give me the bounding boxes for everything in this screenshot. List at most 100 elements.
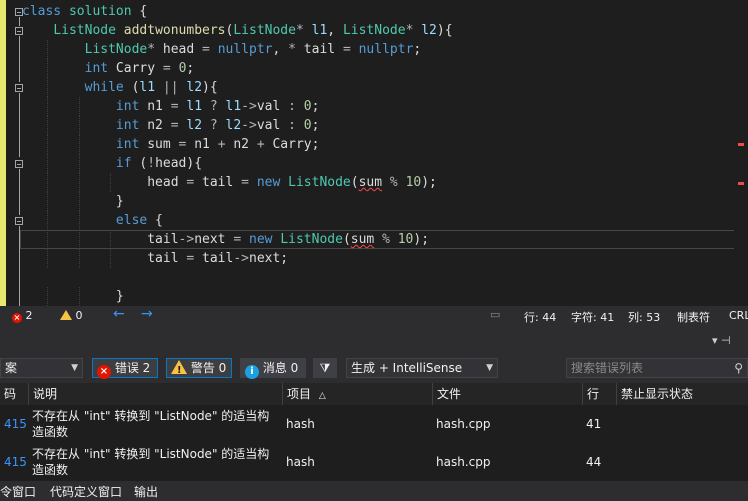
error-project: hash	[286, 417, 315, 431]
column-header-code[interactable]: 码	[0, 383, 28, 405]
column-header-line[interactable]: 行	[582, 383, 616, 405]
code-line[interactable]	[22, 268, 453, 287]
column-header-project-label: 项目	[287, 387, 312, 401]
table-row[interactable]: 415 不存在从 "int" 转换到 "ListNode" 的适当构造函数 ha…	[0, 443, 748, 481]
messages-filter-button[interactable]: i 消息 0	[240, 358, 306, 379]
tab-output[interactable]: 输出	[134, 483, 158, 500]
warnings-filter-button[interactable]: 警告 0	[166, 358, 232, 380]
code-token: nullptr	[217, 42, 273, 57]
code-line[interactable]: }	[22, 192, 453, 211]
code-line[interactable]: }	[22, 287, 453, 306]
filter-toggle-button[interactable]: ⧩	[313, 358, 337, 378]
vertical-scrollbar[interactable]	[734, 0, 748, 306]
code-token: ListNode	[233, 23, 296, 38]
code-token: :	[288, 99, 296, 114]
code-token: addtwonumbers	[123, 23, 226, 38]
code-line[interactable]: class solution {	[22, 2, 453, 21]
navigate-back-icon[interactable]: ←	[113, 306, 125, 322]
code-line[interactable]: tail->next = new ListNode(sum % 10);	[22, 230, 453, 249]
code-line[interactable]: head = tail = new ListNode(sum % 10);	[22, 173, 453, 192]
code-token: n1	[186, 137, 218, 152]
code-token: =	[241, 175, 249, 190]
scroll-indicator-icon[interactable]: ▭	[490, 308, 500, 321]
code-line[interactable]: else {	[22, 211, 453, 230]
error-file: hash.cpp	[436, 455, 491, 469]
code-token: val	[256, 99, 289, 114]
code-line[interactable]: int sum = n1 + n2 + Carry;	[22, 135, 453, 154]
warning-count-indicator[interactable]: 0	[60, 309, 83, 322]
code-token: Carry;	[264, 137, 320, 152]
tab-command-window[interactable]: 令窗口	[0, 483, 36, 500]
code-line[interactable]: ListNode addtwonumbers(ListNode* l1, Lis…	[22, 21, 452, 40]
error-icon: ×	[12, 313, 22, 323]
code-token: else	[115, 213, 148, 228]
code-line[interactable]: if (!head){	[22, 154, 453, 173]
code-line[interactable]: int n1 = l1 ? l1->val : 0;	[22, 97, 453, 116]
build-intellisense-label: 生成 + IntelliSense	[351, 361, 463, 375]
indent-guide	[47, 230, 49, 249]
error-squiggle: sum	[350, 232, 375, 247]
code-text[interactable]: class solution { ListNode addtwonumbers(…	[22, 2, 453, 306]
code-line[interactable]: while (l1 || l2){	[22, 78, 453, 97]
code-token: tail	[22, 232, 179, 247]
code-line[interactable]: ListNode* head = nullptr, * tail = nullp…	[22, 40, 453, 59]
code-token: %	[389, 175, 398, 190]
code-token: Carry	[108, 61, 163, 76]
error-marker	[738, 143, 744, 146]
search-icon: ⚲	[734, 361, 743, 375]
column-header-suppression[interactable]: 禁止显示状态	[616, 383, 748, 405]
code-editor[interactable]: class solution { ListNode addtwonumbers(…	[0, 0, 748, 306]
code-line[interactable]: int n2 = l2 ? l2->val : 0;	[22, 116, 453, 135]
code-token: ListNode	[288, 175, 351, 190]
column-header-description[interactable]: 说明	[28, 383, 282, 405]
editor-gutter	[6, 0, 23, 306]
char-indicator: 字符: 41	[571, 311, 615, 324]
error-search-input[interactable]: 搜索错误列表 ⚲	[566, 358, 748, 378]
code-token: ,	[327, 23, 343, 38]
indent-guide	[78, 287, 81, 306]
indent-guide	[78, 192, 81, 211]
scope-dropdown[interactable]: 案 ▼	[0, 358, 83, 378]
code-token: *	[295, 23, 304, 38]
error-code: 415	[4, 455, 27, 469]
navigate-forward-icon[interactable]: →	[141, 306, 153, 322]
code-line[interactable]: tail = tail->next;	[22, 249, 453, 268]
error-icon: ×	[97, 365, 111, 379]
chevron-down-icon: ▼	[71, 363, 78, 373]
column-header-project[interactable]: 项目 △	[282, 383, 432, 405]
errors-filter-button[interactable]: × 错误 2	[92, 358, 158, 379]
code-token: =	[342, 42, 351, 57]
code-token: if	[115, 156, 132, 171]
indent-guide	[47, 211, 49, 230]
code-token: nullptr	[358, 42, 414, 57]
tab-code-definition[interactable]: 代码定义窗口	[50, 483, 122, 500]
code-token: l1	[139, 80, 156, 95]
line-ending-indicator[interactable]: CRL	[729, 309, 748, 322]
code-line[interactable]: int Carry = 0;	[22, 59, 453, 78]
code-token: );	[421, 175, 437, 190]
table-row[interactable]: 415 不存在从 "int" 转换到 "ListNode" 的适当构造函数 ha…	[0, 405, 748, 443]
column-header-file[interactable]: 文件	[432, 383, 582, 405]
code-token: ?	[209, 99, 218, 114]
error-count-indicator[interactable]: × 2	[12, 309, 33, 323]
code-token: ->	[241, 118, 257, 133]
indent-guide	[78, 173, 81, 192]
code-token: l2	[421, 23, 437, 38]
error-count: 2	[25, 309, 33, 322]
code-token: new	[256, 175, 281, 190]
warning-icon	[171, 360, 187, 380]
code-token: }	[22, 194, 124, 209]
panel-options-icon[interactable]: ▾ ⊣	[712, 334, 731, 347]
build-intellisense-dropdown[interactable]: 生成 + IntelliSense ▼	[346, 358, 498, 378]
tabs-indicator[interactable]: 制表符	[677, 309, 710, 325]
code-token: head){	[155, 156, 203, 171]
